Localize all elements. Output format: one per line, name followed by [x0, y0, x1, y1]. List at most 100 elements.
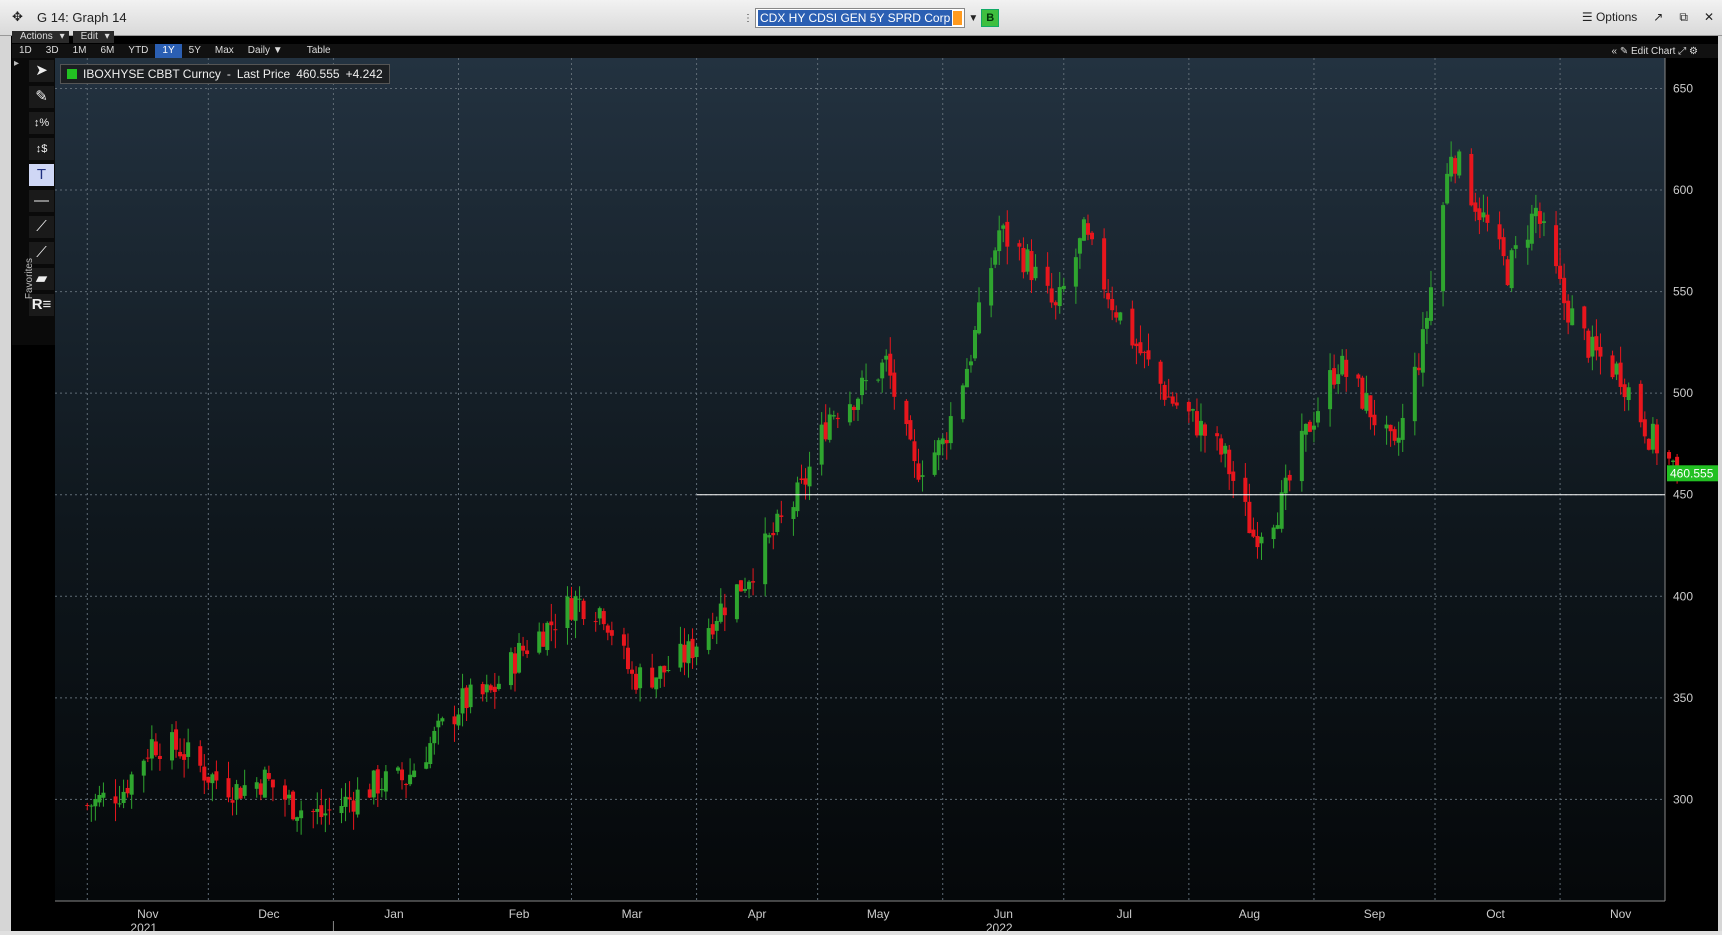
- candle-body: [242, 785, 247, 796]
- candle-body: [1529, 213, 1534, 244]
- candle-body: [1142, 351, 1147, 353]
- period-ytd[interactable]: YTD: [121, 44, 155, 58]
- candle-body: [989, 268, 994, 306]
- period-1d[interactable]: 1D: [12, 44, 39, 58]
- select-cursor-icon[interactable]: ➤: [29, 60, 54, 82]
- horizontal-line-icon[interactable]: —: [29, 190, 54, 212]
- candle-body: [468, 684, 473, 708]
- candle-body: [605, 625, 610, 633]
- security-dropdown-icon[interactable]: ▼: [965, 13, 981, 24]
- edit-chart-label: Edit Chart: [1631, 45, 1676, 57]
- candle-body: [678, 643, 683, 668]
- candle-body: [258, 783, 263, 795]
- candle-body: [936, 440, 941, 456]
- candle-body: [1247, 501, 1252, 534]
- period-5y[interactable]: 5Y: [182, 44, 208, 58]
- candle-body: [710, 624, 715, 635]
- candle-body: [1525, 239, 1530, 248]
- security-input[interactable]: CDX HY CDSI GEN 5Y SPRD Corp: [755, 8, 966, 28]
- candle-body: [831, 415, 836, 417]
- candle-body: [347, 797, 352, 800]
- close-icon[interactable]: ✕: [1704, 10, 1714, 25]
- b-button[interactable]: B: [981, 9, 1000, 27]
- candle-body: [270, 779, 275, 788]
- actions-menu[interactable]: Actions ▾: [12, 31, 69, 43]
- candle-body: [1582, 306, 1587, 329]
- period-max[interactable]: Max: [208, 44, 241, 58]
- candle-body: [327, 809, 332, 811]
- candle-body: [1626, 387, 1631, 401]
- candle-body: [1166, 396, 1171, 398]
- candle-body: [323, 813, 328, 816]
- pen-icon[interactable]: ✎: [29, 86, 54, 108]
- move-icon[interactable]: ✥: [12, 9, 23, 25]
- x-tick-label: Nov: [137, 907, 158, 921]
- candlestick-chart[interactable]: 300 350 400 450 500 550 600 650 Nov Dec Jan Feb Mar A…: [55, 58, 1718, 931]
- candle-body: [1642, 419, 1647, 437]
- plot-area: [55, 58, 1665, 901]
- candle-body: [1215, 433, 1220, 437]
- chart-legend: IBOXHYSE CBBT Curncy - Last Price 460.55…: [60, 64, 390, 84]
- candle-body: [920, 475, 925, 477]
- collapse-arrow-icon[interactable]: ▸: [14, 58, 19, 69]
- drag-handle-icon[interactable]: ⋮: [743, 13, 753, 24]
- candle-body: [1299, 430, 1304, 482]
- frequency-dropdown[interactable]: Daily ▼: [241, 44, 290, 58]
- candle-body: [1005, 221, 1010, 247]
- x-tick-label: Dec: [258, 907, 279, 921]
- candle-body: [1537, 211, 1542, 224]
- candle-body: [1650, 423, 1655, 450]
- candle-body: [1509, 250, 1514, 289]
- candle-body: [1138, 342, 1143, 354]
- text-cursor: [953, 11, 963, 25]
- x-tick-label: Jul: [1117, 907, 1132, 921]
- options-menu[interactable]: ☰ Options: [1582, 10, 1637, 25]
- period-3d[interactable]: 3D: [39, 44, 66, 58]
- candle-body: [1372, 414, 1377, 426]
- period-1m[interactable]: 1M: [66, 44, 94, 58]
- candle-body: [1336, 374, 1341, 385]
- edit-chart-button[interactable]: « ✎ Edit Chart ⤢ ⚙: [1612, 46, 1699, 57]
- table-button[interactable]: Table: [300, 44, 338, 58]
- period-1y[interactable]: 1Y: [155, 44, 182, 58]
- candle-body: [823, 422, 828, 440]
- candle-body: [1541, 221, 1546, 223]
- candle-body: [85, 805, 90, 807]
- popout-icon[interactable]: ↗: [1653, 10, 1663, 25]
- candle-body: [145, 757, 150, 759]
- candle-body: [1667, 452, 1672, 459]
- y-tick-label: 450: [1673, 488, 1693, 502]
- security-input-box[interactable]: ⋮ CDX HY CDSI GEN 5Y SPRD Corp ▼ B: [743, 8, 1000, 28]
- dollar-measure-icon[interactable]: ↕$: [29, 138, 54, 160]
- candle-body: [254, 782, 259, 789]
- restore-icon[interactable]: ⧉: [1679, 10, 1688, 25]
- candle-body: [238, 787, 243, 799]
- candle-body: [1501, 237, 1506, 257]
- candle-body: [847, 404, 852, 423]
- candle-body: [944, 439, 949, 444]
- candle-body: [488, 685, 493, 691]
- candle-body: [1481, 212, 1486, 218]
- actions-label: Actions: [16, 31, 57, 42]
- menu-bar: Actions ▾ Edit ▾: [12, 31, 114, 43]
- candle-body: [1368, 395, 1373, 418]
- legend-change: +4.242: [345, 67, 383, 81]
- candle-body: [1307, 421, 1312, 432]
- candle-body: [1315, 411, 1320, 423]
- candle-body: [1586, 330, 1591, 358]
- candle-body: [371, 770, 376, 798]
- candle-body: [1392, 429, 1397, 441]
- candle-body: [666, 670, 671, 672]
- candle-body: [609, 630, 614, 636]
- trend-line-icon[interactable]: ⟋: [29, 216, 54, 238]
- candle-body: [791, 507, 796, 519]
- text-tool-icon[interactable]: T: [29, 164, 54, 186]
- candle-body: [351, 800, 356, 812]
- period-6m[interactable]: 6M: [94, 44, 122, 58]
- y-tick-label: 600: [1673, 183, 1693, 197]
- candle-body: [1428, 287, 1433, 321]
- candle-body: [1533, 207, 1538, 217]
- edit-menu[interactable]: Edit ▾: [72, 31, 114, 43]
- candle-body: [706, 628, 711, 650]
- percent-measure-icon[interactable]: ↕%: [29, 112, 54, 134]
